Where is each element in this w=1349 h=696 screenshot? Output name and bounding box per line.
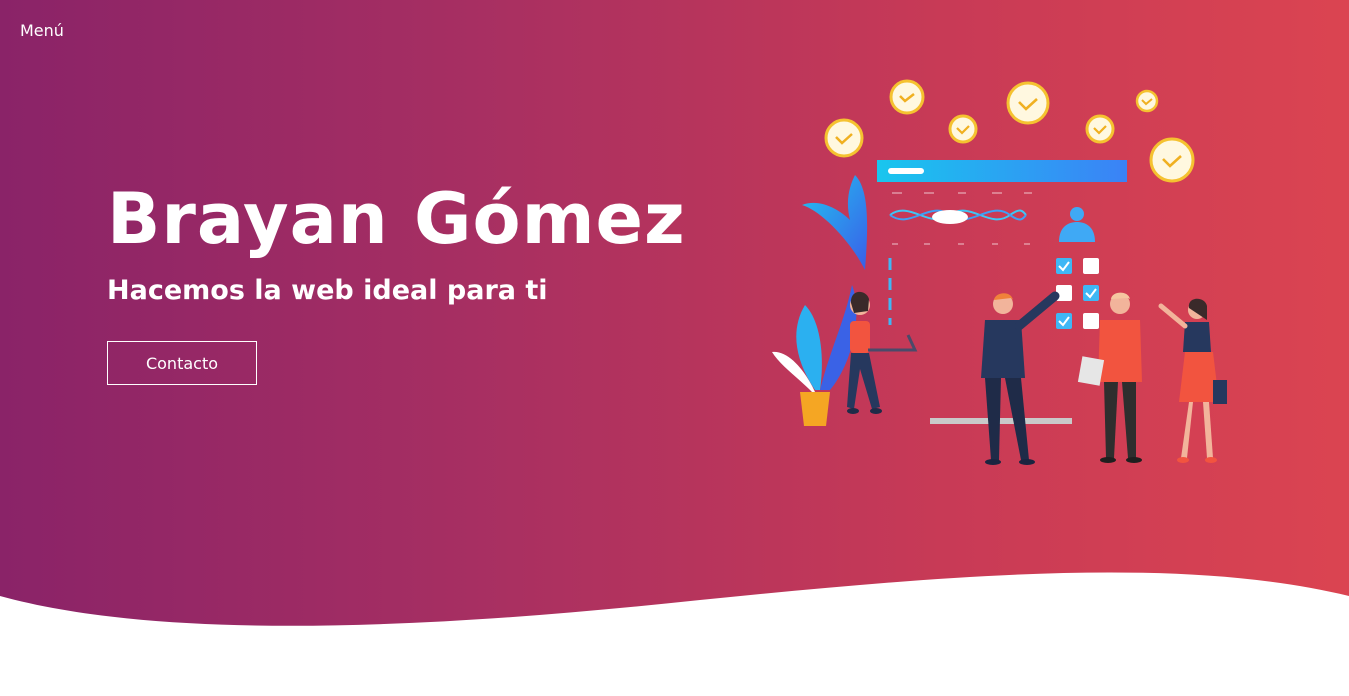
clock-icon bbox=[1149, 137, 1195, 183]
menu-link[interactable]: Menú bbox=[20, 21, 64, 40]
page-title: Brayan Gómez bbox=[107, 178, 686, 260]
team-planning-illustration bbox=[772, 79, 1227, 465]
hero-section: Menú Brayan Gómez Hacemos la web ideal p… bbox=[0, 0, 1349, 696]
person-pointing bbox=[981, 291, 1060, 465]
plant-decoration bbox=[772, 285, 857, 426]
clock-icon bbox=[1085, 114, 1115, 144]
clock-icon bbox=[824, 118, 864, 158]
checkbox-grid bbox=[1056, 258, 1099, 329]
person-with-bag bbox=[1158, 298, 1227, 463]
clock-icon bbox=[948, 114, 978, 144]
user-icon bbox=[1059, 207, 1095, 242]
clock-icon bbox=[889, 79, 925, 115]
checkbox-checked bbox=[1056, 258, 1072, 274]
leaf-decoration bbox=[802, 175, 868, 270]
board bbox=[877, 160, 1127, 424]
checkbox-empty bbox=[1083, 258, 1099, 274]
checkbox-checked bbox=[1056, 313, 1072, 329]
contact-button[interactable]: Contacto bbox=[107, 341, 257, 385]
clock-icon bbox=[1135, 89, 1159, 113]
checkbox-checked bbox=[1083, 285, 1099, 301]
page-subtitle: Hacemos la web ideal para ti bbox=[107, 275, 548, 306]
person-with-laptop bbox=[847, 291, 918, 414]
clock-icon bbox=[1006, 81, 1050, 125]
checkbox-empty bbox=[1083, 313, 1099, 329]
